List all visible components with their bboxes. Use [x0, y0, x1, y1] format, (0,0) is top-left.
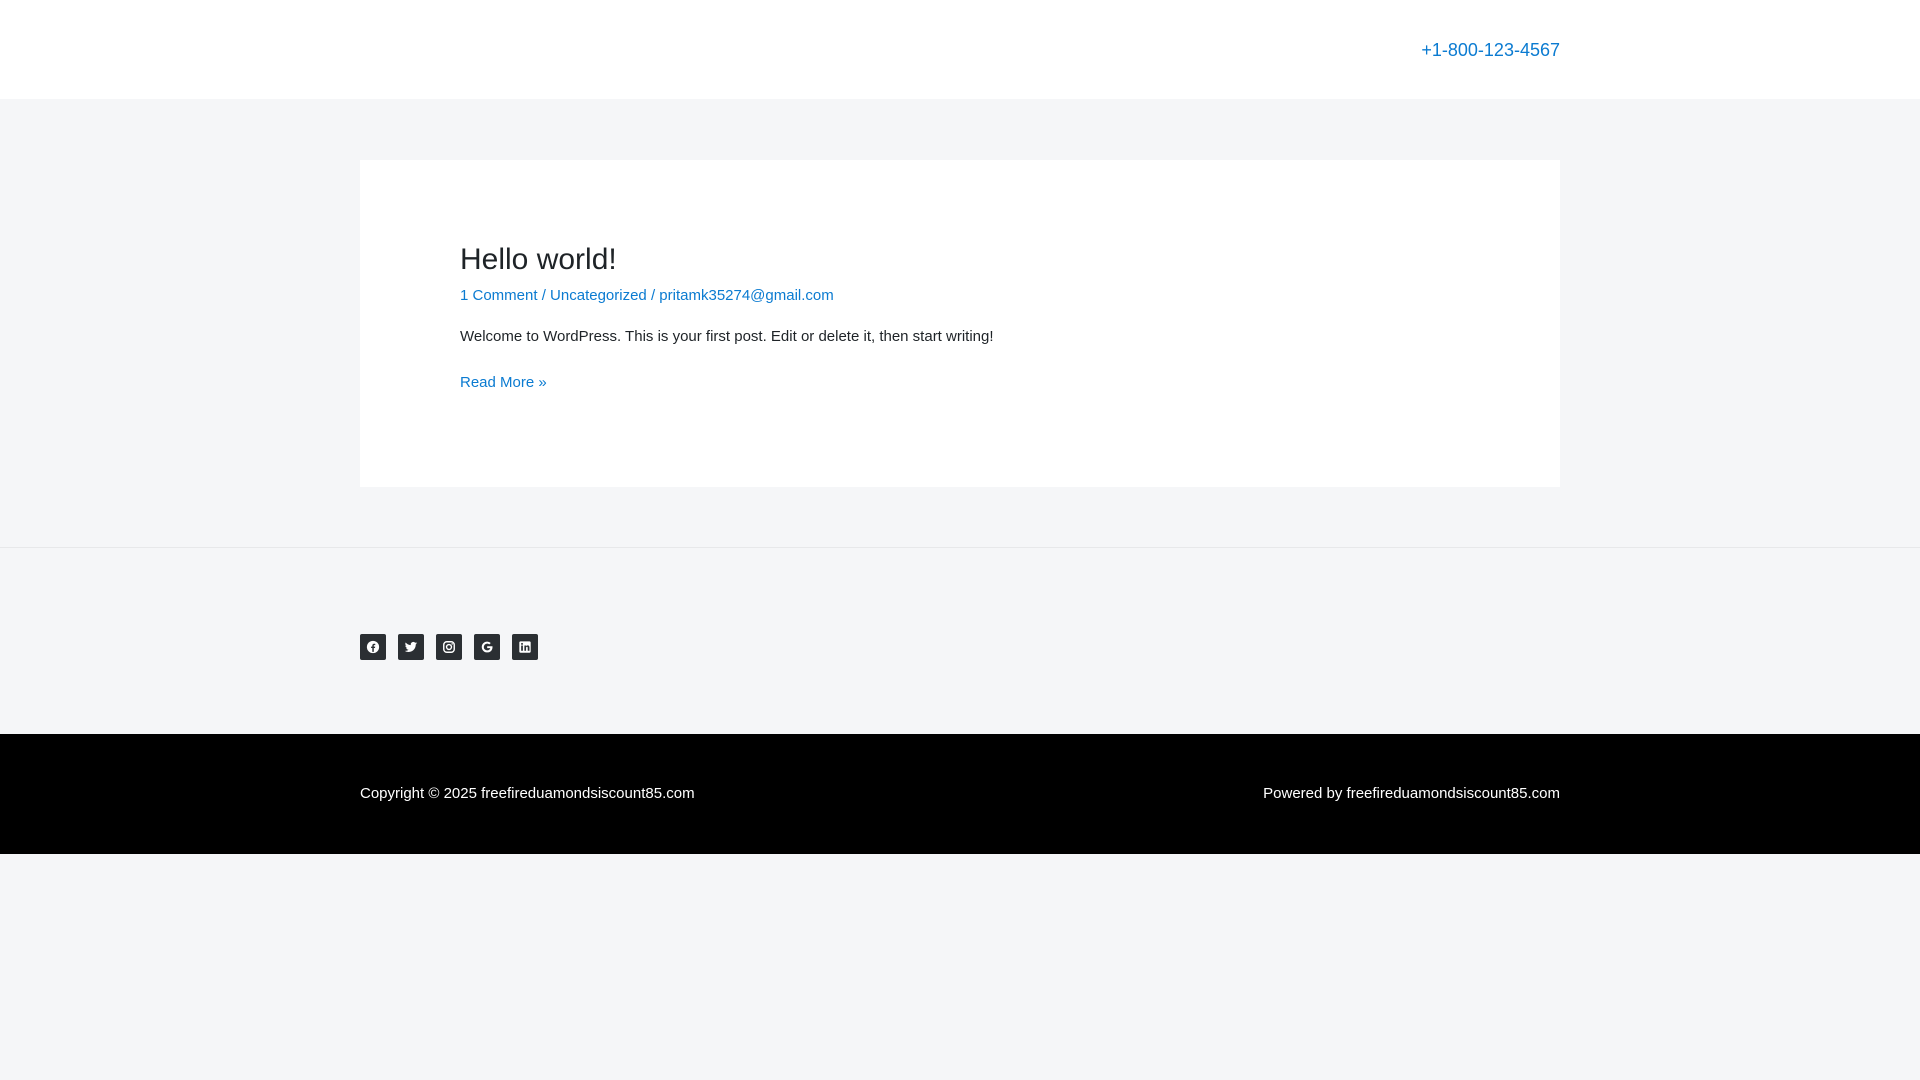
author-link[interactable]: pritamk35274@gmail.com: [659, 287, 833, 304]
meta-separator: /: [646, 287, 660, 304]
copyright-text: Copyright © 2025 freefireduamondsiscount…: [360, 785, 695, 802]
meta-separator: /: [537, 287, 551, 304]
twitter-icon[interactable]: [398, 634, 424, 660]
post-excerpt: Welcome to WordPress. This is your first…: [460, 328, 994, 345]
comments-link[interactable]: 1 Comment: [460, 287, 538, 304]
post-title[interactable]: Hello world!: [460, 240, 617, 280]
header-phone-link[interactable]: +1-800-123-4567: [1421, 38, 1560, 62]
read-more-link[interactable]: Read More »: [460, 372, 547, 394]
site-header: +1-800-123-4567: [0, 0, 1920, 99]
post-meta: 1 Comment / Uncategorized / pritamk35274…: [460, 286, 834, 306]
powered-by-text: Powered by freefireduamondsiscount85.com: [1263, 785, 1560, 802]
instagram-icon[interactable]: [436, 634, 462, 660]
linkedin-icon[interactable]: [512, 634, 538, 660]
category-link[interactable]: Uncategorized: [550, 287, 647, 304]
google-icon[interactable]: [474, 634, 500, 660]
social-icons: [360, 634, 538, 660]
footer-widgets: [0, 547, 1920, 734]
post-card: Hello world! 1 Comment / Uncategorized /…: [360, 160, 1560, 487]
site-footer: Copyright © 2025 freefireduamondsiscount…: [0, 734, 1920, 854]
facebook-icon[interactable]: [360, 634, 386, 660]
